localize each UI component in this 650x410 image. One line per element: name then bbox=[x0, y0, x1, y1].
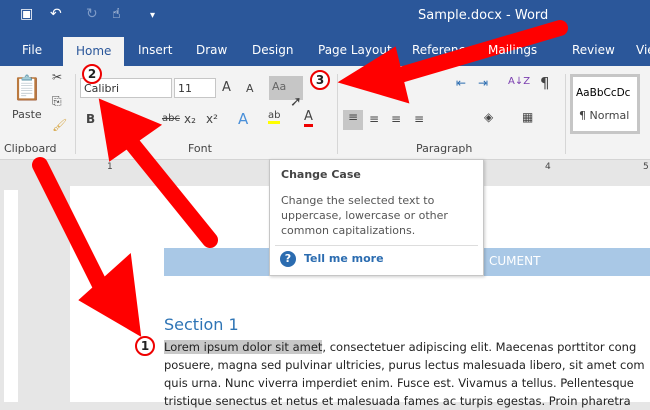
tab-mailings[interactable]: Mailings bbox=[488, 43, 537, 57]
annotation-arrows bbox=[32, 20, 568, 337]
arrow-1 bbox=[32, 157, 108, 293]
callout-3: 3 bbox=[310, 70, 330, 90]
arrow-3-head bbox=[337, 46, 410, 104]
callout-2: 2 bbox=[82, 64, 102, 84]
arrow-2 bbox=[117, 127, 218, 248]
callout-1: 1 bbox=[135, 336, 155, 356]
